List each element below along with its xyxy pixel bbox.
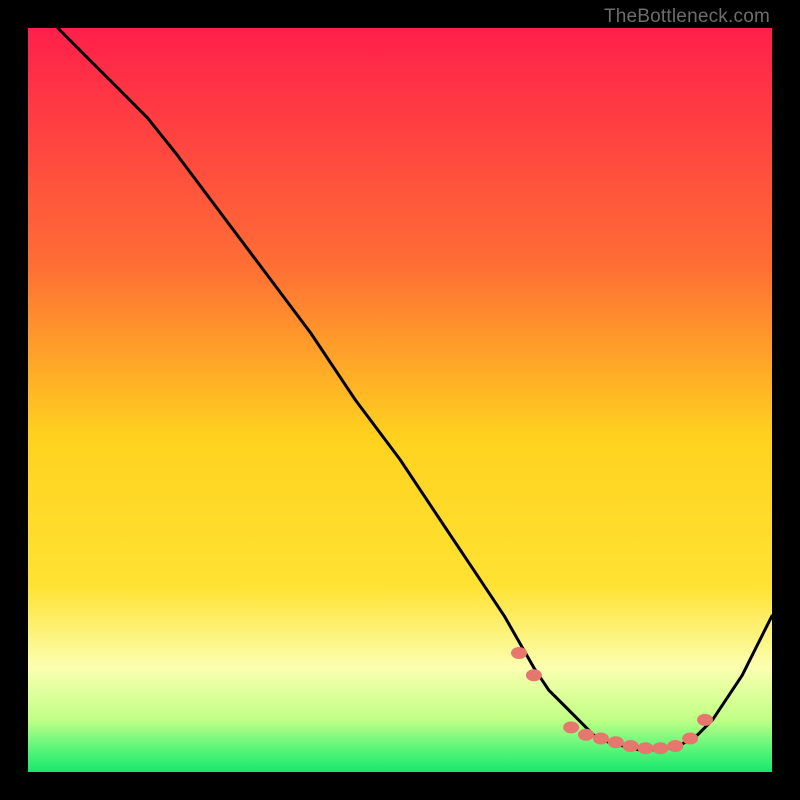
highlight-dot — [623, 740, 639, 752]
chart-frame: TheBottleneck.com — [0, 0, 800, 800]
plot-area — [28, 28, 772, 772]
watermark: TheBottleneck.com — [604, 6, 770, 28]
highlight-dot — [526, 669, 542, 681]
highlight-dot — [667, 740, 683, 752]
highlight-dot — [697, 714, 713, 726]
highlight-dot — [578, 729, 594, 741]
highlight-dot — [652, 742, 668, 754]
highlight-dot — [511, 647, 527, 659]
highlight-dots — [28, 28, 772, 772]
highlight-dot — [608, 736, 624, 748]
highlight-dot — [682, 733, 698, 745]
highlight-dot — [638, 742, 654, 754]
highlight-dot — [593, 733, 609, 745]
highlight-dot — [563, 721, 579, 733]
